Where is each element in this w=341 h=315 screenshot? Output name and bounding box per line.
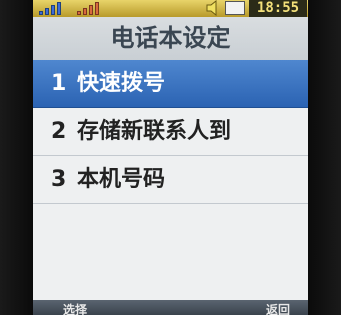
menu-item-label: 存储新联系人到 (77, 119, 232, 144)
menu-list: 1 快速拨号 2 存储新联系人到 3 本机号码 (33, 60, 308, 300)
status-bar: 18:55 (33, 0, 308, 17)
menu-item-number: 2 (51, 119, 67, 144)
volume-icon (206, 0, 217, 16)
menu-item-label: 本机号码 (77, 167, 166, 192)
network-signal-icon (77, 1, 107, 15)
softkey-back[interactable]: 返回 (266, 303, 290, 315)
menu-item-save-new-contact-to[interactable]: 2 存储新联系人到 (33, 108, 308, 156)
menu-item-number: 3 (51, 167, 67, 192)
battery-icon (225, 1, 245, 15)
page-title: 电话本设定 (33, 17, 308, 60)
menu-item-label: 快速拨号 (77, 71, 166, 96)
signal-strength-icon (39, 1, 69, 15)
phone-screen: 18:55 电话本设定 1 快速拨号 2 存储新联系人到 3 本机号码 选择 返… (33, 0, 308, 315)
softkey-bar: 选择 返回 (33, 300, 308, 315)
clock: 18:55 (249, 0, 307, 17)
menu-item-speed-dial[interactable]: 1 快速拨号 (33, 60, 308, 108)
menu-item-own-number[interactable]: 3 本机号码 (33, 156, 308, 204)
softkey-select[interactable]: 选择 (63, 303, 87, 315)
menu-item-number: 1 (51, 71, 67, 96)
